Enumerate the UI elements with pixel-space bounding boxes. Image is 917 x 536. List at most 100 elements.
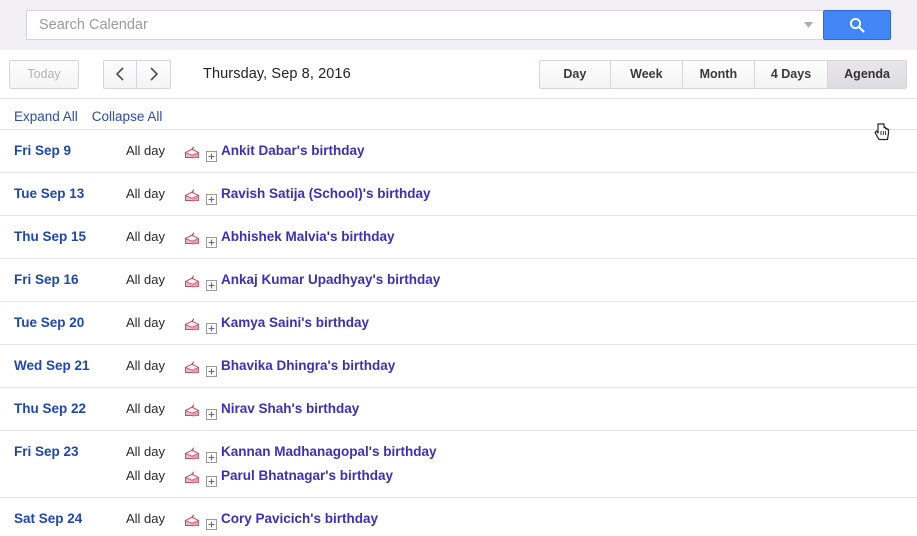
cake-icon	[184, 445, 200, 460]
plus-box-icon[interactable]	[206, 514, 217, 530]
plus-box-icon[interactable]	[206, 361, 217, 377]
agenda-event-row[interactable]: All day Abhishek Abhishek.Agnihotri.'s bi…	[126, 531, 917, 536]
agenda-day-events: All day Bhavika Dhingra's birthday	[126, 345, 917, 387]
view-button-day[interactable]: Day	[538, 59, 611, 89]
chevron-down-icon[interactable]	[799, 22, 817, 28]
collapse-all-link[interactable]: Collapse All	[92, 109, 163, 124]
agenda-event-row[interactable]: All day Ravish Satija (School)'s birthday	[126, 182, 917, 206]
agenda-event-title[interactable]: Abhishek Malvia's birthday	[221, 225, 395, 249]
view-button-day-label: Day	[563, 67, 587, 81]
agenda-day-date[interactable]: Thu Sep 15	[0, 216, 126, 258]
agenda-event-row[interactable]: All day Bhavika Dhingra's birthday	[126, 354, 917, 378]
agenda-event-time: All day	[126, 531, 184, 536]
agenda-day-events: All day Kamya Saini's birthday	[126, 302, 917, 344]
search-field-container	[26, 10, 823, 40]
chevron-left-icon	[115, 67, 125, 81]
agenda-event-row[interactable]: All day Nirav Shah's birthday	[126, 397, 917, 421]
agenda-event-time: All day	[126, 468, 166, 483]
agenda-day-group: Thu Sep 15 All day Abhishek Malvia's birth…	[0, 215, 917, 258]
plus-box-icon[interactable]	[206, 471, 217, 487]
agenda-event-row[interactable]: All day Cory Pavicich's birthday	[126, 507, 917, 531]
agenda-event-row[interactable]: All day Parul Bhatnagar's birthday	[126, 464, 917, 488]
agenda-event-title[interactable]: Bhavika Dhingra's birthday	[221, 354, 395, 378]
agenda-day-date[interactable]: Wed Sep 21	[0, 345, 126, 387]
agenda-day-events: All day Ankaj Kumar Upadhyay's birthday	[126, 259, 917, 301]
agenda-event-row[interactable]: All day Ankit Dabar's birthday	[126, 139, 917, 163]
search-button[interactable]	[823, 10, 891, 40]
agenda-event-time: All day	[126, 511, 166, 526]
agenda-event-title[interactable]: Ankit Dabar's birthday	[221, 139, 365, 163]
plus-box-icon[interactable]	[206, 189, 217, 205]
view-button-week[interactable]: Week	[610, 59, 683, 89]
agenda-event-time: All day	[126, 186, 166, 201]
agenda-event-title[interactable]: Cory Pavicich's birthday	[221, 507, 378, 531]
agenda-event-time: All day	[126, 143, 166, 158]
cake-icon	[184, 359, 200, 374]
search-icon	[848, 16, 866, 34]
agenda-day-group: Tue Sep 13 All day Ravish Satija (School)'…	[0, 172, 917, 215]
agenda-event-title[interactable]: Nirav Shah's birthday	[221, 397, 359, 421]
view-button-4days[interactable]: 4 Days	[754, 59, 829, 89]
agenda-event-title[interactable]: Kamya Saini's birthday	[221, 311, 369, 335]
agenda-event-time: All day	[126, 444, 166, 459]
agenda-event-time: All day	[126, 401, 166, 416]
agenda-day-events: All day Nirav Shah's birthday	[126, 388, 917, 430]
plus-box-icon[interactable]	[206, 275, 217, 291]
agenda-event-row[interactable]: All day Ankaj Kumar Upadhyay's birthday	[126, 268, 917, 292]
view-button-week-label: Week	[630, 67, 663, 81]
agenda-event-title[interactable]: Ravish Satija (School)'s birthday	[221, 182, 431, 206]
view-button-agenda[interactable]: Agenda	[828, 59, 907, 89]
plus-box-icon[interactable]	[206, 146, 217, 162]
agenda-day-date[interactable]: Tue Sep 13	[0, 173, 126, 215]
agenda-day-group: Fri Sep 9 All day Ankit Dabar's birthday	[0, 129, 917, 172]
agenda-day-date[interactable]: Sat Sep 24	[0, 498, 126, 536]
previous-period-button[interactable]	[103, 59, 137, 89]
expand-all-link[interactable]: Expand All	[14, 109, 78, 124]
cake-icon	[184, 230, 200, 245]
search-control-group	[26, 10, 891, 40]
view-button-month[interactable]: Month	[682, 59, 755, 89]
agenda-day-events: All day Kannan Madhanagopal's birthday All…	[126, 431, 917, 497]
chevron-right-icon	[149, 67, 159, 81]
plus-box-icon[interactable]	[206, 232, 217, 248]
agenda-day-events: All day Abhishek Malvia's birthday	[126, 216, 917, 258]
navigation-button-group	[103, 59, 171, 89]
current-date-title: Thursday, Sep 8, 2016	[203, 66, 351, 82]
view-button-4days-label: 4 Days	[770, 67, 812, 81]
plus-box-icon[interactable]	[206, 318, 217, 334]
today-button-label: Today	[27, 67, 61, 81]
search-input[interactable]	[39, 11, 799, 39]
agenda-event-row[interactable]: All day Kannan Madhanagopal's birthday	[126, 440, 917, 464]
agenda-day-date[interactable]: Fri Sep 9	[0, 130, 126, 172]
calendar-toolbar: Today Thursday, Sep 8, 2016 Day Week Mon…	[0, 50, 917, 141]
agenda-event-row[interactable]: All day Abhishek Malvia's birthday	[126, 225, 917, 249]
next-period-button[interactable]	[137, 59, 171, 89]
agenda-event-title[interactable]: Kannan Madhanagopal's birthday	[221, 440, 437, 464]
view-switcher-group: Day Week Month 4 Days Agenda	[538, 59, 907, 89]
agenda-event-title[interactable]: Abhishek Abhishek.Agnihotri.'s birthday	[221, 531, 481, 536]
plus-box-icon[interactable]	[206, 447, 217, 463]
agenda-day-date[interactable]: Tue Sep 20	[0, 302, 126, 344]
cake-icon	[184, 402, 200, 417]
agenda-event-title[interactable]: Parul Bhatnagar's birthday	[221, 464, 393, 488]
cake-icon	[184, 273, 200, 288]
agenda-day-group: Wed Sep 21 All day Bhavika Dhingra's birth…	[0, 344, 917, 387]
agenda-day-date[interactable]: Fri Sep 23	[0, 431, 126, 497]
agenda-event-title[interactable]: Ankaj Kumar Upadhyay's birthday	[221, 268, 440, 292]
plus-box-icon[interactable]	[206, 404, 217, 420]
cake-icon	[184, 316, 200, 331]
agenda-day-group: Tue Sep 20 All day Kamya Saini's birthday	[0, 301, 917, 344]
agenda-event-time: All day	[126, 358, 166, 373]
agenda-event-row[interactable]: All day Kamya Saini's birthday	[126, 311, 917, 335]
agenda-day-events: All day Ravish Satija (School)'s birthday	[126, 173, 917, 215]
agenda-day-date[interactable]: Thu Sep 22	[0, 388, 126, 430]
agenda-day-group: Sat Sep 24 All day Cory Pavicich's birthda…	[0, 497, 917, 536]
agenda-event-time: All day	[126, 272, 166, 287]
cake-icon	[184, 187, 200, 202]
agenda-day-events: All day Ankit Dabar's birthday	[126, 130, 917, 172]
agenda-day-date[interactable]: Fri Sep 16	[0, 259, 126, 301]
list-controls: Expand All Collapse All	[0, 99, 917, 129]
agenda-day-group: Fri Sep 23 All day Kannan Madhanagopal's b…	[0, 430, 917, 497]
today-button[interactable]: Today	[9, 59, 79, 89]
search-bar	[0, 0, 917, 50]
